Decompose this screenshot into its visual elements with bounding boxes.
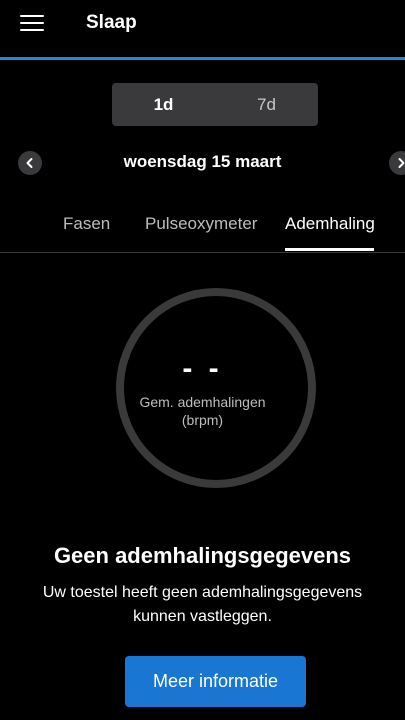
app-bar: Slaap xyxy=(0,0,405,57)
ring-label-line2: (brpm) xyxy=(181,412,224,428)
ring-label-line1: Gem. ademhalingen xyxy=(139,394,266,410)
tab-fasen[interactable]: Fasen xyxy=(63,214,110,234)
date-navigator: woensdag 15 maart xyxy=(0,146,405,180)
app-title: Slaap xyxy=(86,12,137,33)
breathing-average-label: Gem. ademhalingen (brpm) xyxy=(0,393,405,429)
range-7d-button[interactable]: 7d xyxy=(215,83,318,126)
accent-divider xyxy=(0,57,405,60)
breathing-average-value: - - xyxy=(182,352,223,385)
tab-pulseoxymeter[interactable]: Pulseoxymeter xyxy=(145,214,257,234)
active-tab-indicator xyxy=(285,248,374,251)
hamburger-icon[interactable] xyxy=(20,14,44,32)
date-label: woensdag 15 maart xyxy=(123,152,282,171)
tab-bar: Fasen Pulseoxymeter Ademhaling xyxy=(0,200,405,253)
breathing-ring xyxy=(116,288,316,488)
range-toggle: 1d 7d xyxy=(112,83,318,126)
empty-state-description: Uw toestel heeft geen ademhalingsgegeven… xyxy=(42,584,363,625)
empty-state-title: Geen ademhalingsgegevens xyxy=(53,543,352,568)
tab-ademhaling[interactable]: Ademhaling xyxy=(285,214,375,234)
range-1d-button[interactable]: 1d xyxy=(112,83,215,126)
more-info-button[interactable]: Meer informatie xyxy=(125,656,306,707)
chevron-right-icon xyxy=(398,158,405,168)
